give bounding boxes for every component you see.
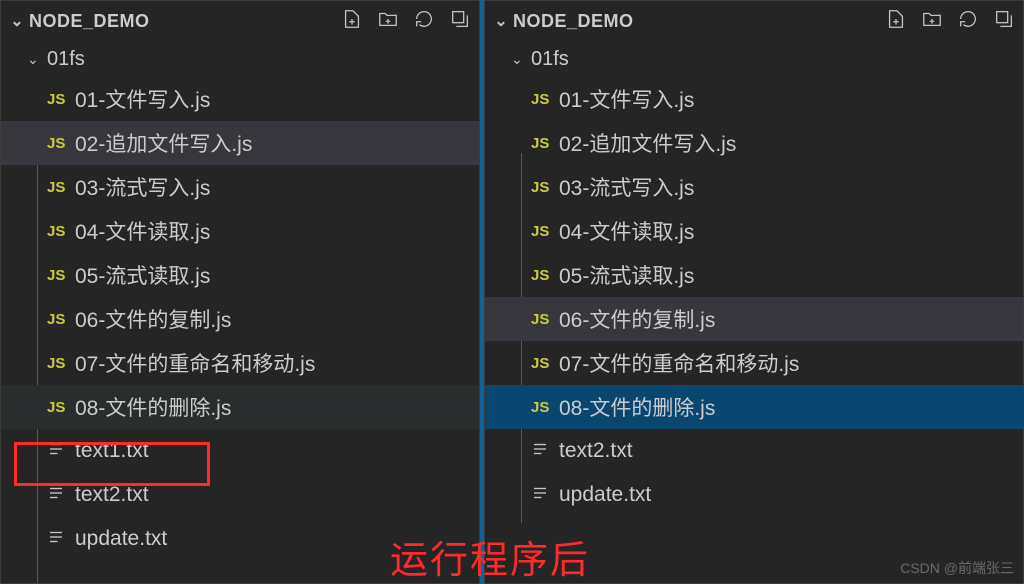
- file-row[interactable]: JS01-文件写入.js: [1, 77, 479, 121]
- explorer-actions: [885, 8, 1015, 35]
- file-row[interactable]: JS08-文件的删除.js: [1, 385, 479, 429]
- explorer-actions: [341, 8, 471, 35]
- file-row[interactable]: JS06-文件的复制.js: [1, 297, 479, 341]
- js-file-icon: JS: [531, 399, 559, 416]
- js-file-icon: JS: [47, 91, 75, 108]
- file-name: 08-文件的删除.js: [559, 392, 715, 422]
- file-row[interactable]: JS04-文件读取.js: [1, 209, 479, 253]
- annotation-text: 运行程序后: [390, 529, 590, 584]
- text-file-icon: [47, 484, 75, 506]
- chevron-down-icon: ⌄: [511, 51, 531, 68]
- new-folder-icon[interactable]: [377, 8, 399, 35]
- file-row[interactable]: JS05-流式读取.js: [1, 253, 479, 297]
- file-name: 08-文件的删除.js: [75, 392, 231, 422]
- explorer-panel-left: ⌄ NODE_DEMO ⌄ 01fs JS01-文件写入.jsJS02-追加文件…: [0, 0, 480, 584]
- file-name: 05-流式读取.js: [75, 260, 210, 290]
- js-file-icon: JS: [47, 135, 75, 152]
- chevron-down-icon: ⌄: [27, 51, 47, 68]
- js-file-icon: JS: [531, 355, 559, 372]
- file-name: 01-文件写入.js: [75, 84, 210, 114]
- project-title: NODE_DEMO: [513, 11, 885, 32]
- js-file-icon: JS: [531, 91, 559, 108]
- file-list-left: JS01-文件写入.jsJS02-追加文件写入.jsJS03-流式写入.jsJS…: [1, 77, 479, 583]
- text-file-icon: [47, 440, 75, 462]
- refresh-icon[interactable]: [957, 8, 979, 35]
- file-row[interactable]: JS08-文件的删除.js: [485, 385, 1023, 429]
- js-file-icon: JS: [531, 135, 559, 152]
- file-row[interactable]: text1.txt: [1, 429, 479, 473]
- js-file-icon: JS: [47, 223, 75, 240]
- js-file-icon: JS: [47, 267, 75, 284]
- folder-row[interactable]: ⌄ 01fs: [485, 41, 1023, 77]
- file-name: 07-文件的重命名和移动.js: [75, 348, 315, 378]
- explorer-panel-right: ⌄ NODE_DEMO ⌄ 01fs JS01-文件写入.jsJS02-追加文件…: [484, 0, 1024, 584]
- file-row[interactable]: JS05-流式读取.js: [485, 253, 1023, 297]
- chevron-down-icon[interactable]: ⌄: [489, 11, 513, 31]
- file-name: 06-文件的复制.js: [559, 304, 715, 334]
- js-file-icon: JS: [531, 179, 559, 196]
- folder-name: 01fs: [47, 48, 85, 71]
- file-row[interactable]: update.txt: [485, 473, 1023, 517]
- file-row[interactable]: JS03-流式写入.js: [1, 165, 479, 209]
- js-file-icon: JS: [47, 179, 75, 196]
- js-file-icon: JS: [531, 223, 559, 240]
- file-row[interactable]: text2.txt: [1, 473, 479, 517]
- file-row[interactable]: JS04-文件读取.js: [485, 209, 1023, 253]
- file-row[interactable]: JS01-文件写入.js: [485, 77, 1023, 121]
- collapse-icon[interactable]: [449, 8, 471, 35]
- file-name: text1.txt: [75, 439, 149, 463]
- text-file-icon: [531, 484, 559, 506]
- explorer-header: ⌄ NODE_DEMO: [1, 1, 479, 41]
- file-row[interactable]: JS02-追加文件写入.js: [1, 121, 479, 165]
- js-file-icon: JS: [531, 267, 559, 284]
- file-name: update.txt: [559, 483, 651, 507]
- file-name: text2.txt: [559, 439, 633, 463]
- file-row[interactable]: JS06-文件的复制.js: [485, 297, 1023, 341]
- file-list-right: JS01-文件写入.jsJS02-追加文件写入.jsJS03-流式写入.jsJS…: [485, 77, 1023, 583]
- explorer-header: ⌄ NODE_DEMO: [485, 1, 1023, 41]
- watermark: CSDN @前端张三: [900, 558, 1014, 578]
- text-file-icon: [531, 440, 559, 462]
- file-name: 02-追加文件写入.js: [75, 128, 252, 158]
- folder-row[interactable]: ⌄ 01fs: [1, 41, 479, 77]
- js-file-icon: JS: [531, 311, 559, 328]
- file-row[interactable]: text2.txt: [485, 429, 1023, 473]
- file-row[interactable]: JS07-文件的重命名和移动.js: [485, 341, 1023, 385]
- file-name: 07-文件的重命名和移动.js: [559, 348, 799, 378]
- file-name: 05-流式读取.js: [559, 260, 694, 290]
- file-row[interactable]: JS07-文件的重命名和移动.js: [1, 341, 479, 385]
- file-name: 03-流式写入.js: [559, 172, 694, 202]
- collapse-icon[interactable]: [993, 8, 1015, 35]
- file-name: update.txt: [75, 527, 167, 551]
- project-title: NODE_DEMO: [29, 11, 341, 32]
- refresh-icon[interactable]: [413, 8, 435, 35]
- new-file-icon[interactable]: [341, 8, 363, 35]
- file-name: 03-流式写入.js: [75, 172, 210, 202]
- file-name: text2.txt: [75, 483, 149, 507]
- new-file-icon[interactable]: [885, 8, 907, 35]
- chevron-down-icon[interactable]: ⌄: [5, 11, 29, 31]
- file-row[interactable]: JS03-流式写入.js: [485, 165, 1023, 209]
- file-name: 04-文件读取.js: [559, 216, 694, 246]
- folder-name: 01fs: [531, 48, 569, 71]
- js-file-icon: JS: [47, 355, 75, 372]
- new-folder-icon[interactable]: [921, 8, 943, 35]
- text-file-icon: [47, 528, 75, 550]
- file-name: 01-文件写入.js: [559, 84, 694, 114]
- file-name: 06-文件的复制.js: [75, 304, 231, 334]
- js-file-icon: JS: [47, 311, 75, 328]
- file-name: 04-文件读取.js: [75, 216, 210, 246]
- file-row[interactable]: JS02-追加文件写入.js: [485, 121, 1023, 165]
- js-file-icon: JS: [47, 399, 75, 416]
- file-name: 02-追加文件写入.js: [559, 128, 736, 158]
